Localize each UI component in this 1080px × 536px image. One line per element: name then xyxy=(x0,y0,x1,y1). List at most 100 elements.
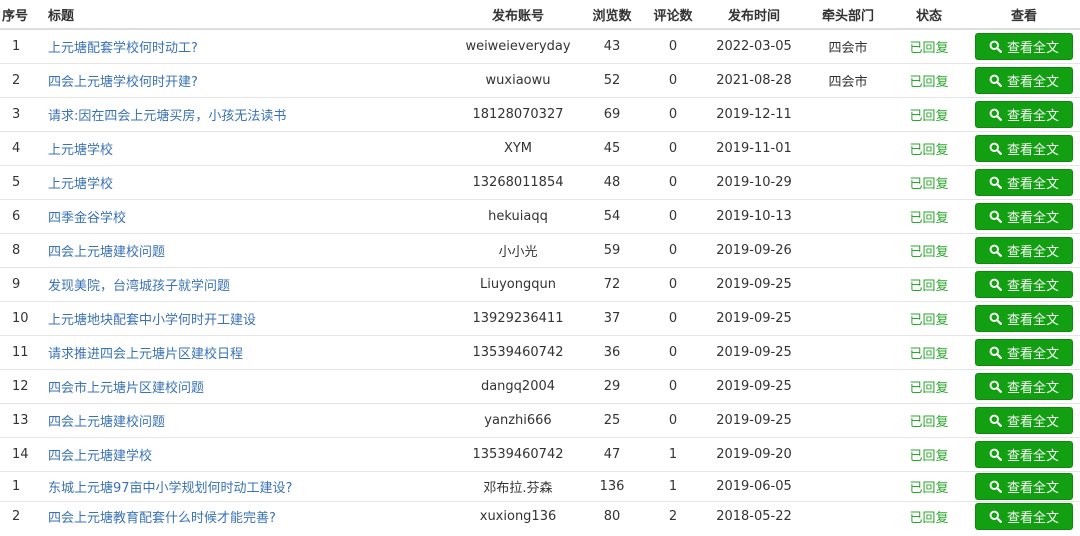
row-title-link[interactable]: 四会上元塘教育配套什么时候才能完善? xyxy=(48,511,276,526)
row-title-link[interactable]: 四会上元塘建学校 xyxy=(48,449,152,464)
row-dept xyxy=(806,471,890,502)
view-full-text-button[interactable]: 查看全文 xyxy=(975,203,1073,230)
row-date: 2022-03-05 xyxy=(702,28,806,64)
table-row: 5 上元塘学校 13268011854 48 0 2019-10-29 已回复 查看全文 xyxy=(0,165,1080,200)
view-full-text-button[interactable]: 查看全文 xyxy=(975,407,1073,434)
row-account: dangq2004 xyxy=(456,369,580,404)
row-status: 已回复 xyxy=(890,501,968,531)
row-account: 13268011854 xyxy=(456,165,580,200)
row-date: 2019-09-25 xyxy=(702,403,806,438)
row-views: 52 xyxy=(580,63,644,98)
row-views: 29 xyxy=(580,369,644,404)
view-button-label: 查看全文 xyxy=(1006,415,1059,430)
row-account: xuxiong136 xyxy=(456,501,580,531)
row-status: 已回复 xyxy=(890,301,968,336)
view-full-text-button[interactable]: 查看全文 xyxy=(975,339,1073,366)
row-comments: 0 xyxy=(644,369,702,404)
row-status: 已回复 xyxy=(890,131,968,166)
view-full-text-button[interactable]: 查看全文 xyxy=(975,67,1073,94)
row-status: 已回复 xyxy=(890,437,968,472)
row-account: 13539460742 xyxy=(456,335,580,370)
row-index: 12 xyxy=(0,369,46,404)
row-account: 邓布拉.芬森 xyxy=(456,471,580,502)
row-views: 48 xyxy=(580,165,644,200)
view-button-label: 查看全文 xyxy=(1006,109,1059,124)
view-button-label: 查看全文 xyxy=(1006,313,1059,328)
row-views: 36 xyxy=(580,335,644,370)
row-views: 59 xyxy=(580,233,644,268)
view-full-text-button[interactable]: 查看全文 xyxy=(975,473,1073,500)
row-status: 已回复 xyxy=(890,471,968,502)
view-full-text-button[interactable]: 查看全文 xyxy=(975,101,1073,128)
view-button-label: 查看全文 xyxy=(1006,449,1059,464)
row-title-link[interactable]: 四会上元塘建校问题 xyxy=(48,415,165,430)
row-account: 18128070327 xyxy=(456,97,580,132)
view-full-text-button[interactable]: 查看全文 xyxy=(975,169,1073,196)
row-date: 2019-09-26 xyxy=(702,233,806,268)
row-account: weiweieveryday xyxy=(456,28,580,64)
row-account: hekuiaqq xyxy=(456,199,580,234)
row-views: 45 xyxy=(580,131,644,166)
row-title-link[interactable]: 四会上元塘学校何时开建? xyxy=(48,75,198,90)
view-button-label: 查看全文 xyxy=(1006,279,1059,294)
row-dept xyxy=(806,165,890,200)
row-date: 2019-09-25 xyxy=(702,301,806,336)
row-index: 9 xyxy=(0,267,46,302)
view-button-label: 查看全文 xyxy=(1006,143,1059,158)
row-title-link[interactable]: 四会市上元塘片区建校问题 xyxy=(48,381,204,396)
row-comments: 0 xyxy=(644,131,702,166)
row-views: 37 xyxy=(580,301,644,336)
row-dept xyxy=(806,233,890,268)
table-row: 13 四会上元塘建校问题 yanzhi666 25 0 2019-09-25 已回复 查看全文 xyxy=(0,403,1080,438)
row-title-link[interactable]: 上元塘学校 xyxy=(48,143,113,158)
row-date: 2019-09-25 xyxy=(702,369,806,404)
row-dept xyxy=(806,501,890,531)
view-full-text-button[interactable]: 查看全文 xyxy=(975,33,1073,60)
table-header: 序号 标题 发布账号 浏览数 评论数 发布时间 牵头部门 状态 查看 xyxy=(0,0,1080,30)
row-title-link[interactable]: 上元塘配套学校何时动工? xyxy=(48,41,198,56)
row-account: yanzhi666 xyxy=(456,403,580,438)
search-icon xyxy=(989,244,1007,257)
row-views: 136 xyxy=(580,471,644,502)
row-date: 2019-09-20 xyxy=(702,437,806,472)
row-title-link[interactable]: 发现美院，台湾城孩子就学问题 xyxy=(48,279,230,294)
row-title-link[interactable]: 请求:因在四会上元塘买房，小孩无法读书 xyxy=(48,109,286,124)
row-date: 2019-11-01 xyxy=(702,131,806,166)
row-comments: 0 xyxy=(644,199,702,234)
row-comments: 0 xyxy=(644,233,702,268)
view-button-label: 查看全文 xyxy=(1006,177,1059,192)
row-dept xyxy=(806,301,890,336)
row-account: 13929236411 xyxy=(456,301,580,336)
row-title-link[interactable]: 四会上元塘建校问题 xyxy=(48,245,165,260)
view-full-text-button[interactable]: 查看全文 xyxy=(975,373,1073,400)
view-full-text-button[interactable]: 查看全文 xyxy=(975,271,1073,298)
row-dept xyxy=(806,335,890,370)
view-button-label: 查看全文 xyxy=(1006,481,1059,496)
row-date: 2019-09-25 xyxy=(702,267,806,302)
row-status: 已回复 xyxy=(890,97,968,132)
header-dept: 牵头部门 xyxy=(806,0,890,30)
table-row: 10 上元塘地块配套中小学何时开工建设 13929236411 37 0 2019-09-… xyxy=(0,301,1080,336)
row-views: 69 xyxy=(580,97,644,132)
view-full-text-button[interactable]: 查看全文 xyxy=(975,503,1073,530)
row-title-link[interactable]: 东城上元塘97亩中小学规划何时动工建设? xyxy=(48,481,292,496)
search-icon xyxy=(989,448,1007,461)
message-table: 序号 标题 发布账号 浏览数 评论数 发布时间 牵头部门 状态 查看 1 上元塘配… xyxy=(0,0,1080,531)
row-status: 已回复 xyxy=(890,199,968,234)
row-title-link[interactable]: 四季金谷学校 xyxy=(48,211,126,226)
row-views: 43 xyxy=(580,28,644,64)
row-comments: 0 xyxy=(644,165,702,200)
search-icon xyxy=(989,278,1007,291)
header-account: 发布账号 xyxy=(456,0,580,30)
row-date: 2021-08-28 xyxy=(702,63,806,98)
row-title-link[interactable]: 请求推进四会上元塘片区建校日程 xyxy=(48,347,243,362)
view-full-text-button[interactable]: 查看全文 xyxy=(975,237,1073,264)
row-title-link[interactable]: 上元塘地块配套中小学何时开工建设 xyxy=(48,313,256,328)
view-full-text-button[interactable]: 查看全文 xyxy=(975,441,1073,468)
header-action: 查看 xyxy=(968,0,1080,30)
view-full-text-button[interactable]: 查看全文 xyxy=(975,135,1073,162)
view-full-text-button[interactable]: 查看全文 xyxy=(975,305,1073,332)
row-title-link[interactable]: 上元塘学校 xyxy=(48,177,113,192)
table-row: 8 四会上元塘建校问题 小小光 59 0 2019-09-26 已回复 查看全文 xyxy=(0,233,1080,268)
row-status: 已回复 xyxy=(890,28,968,64)
